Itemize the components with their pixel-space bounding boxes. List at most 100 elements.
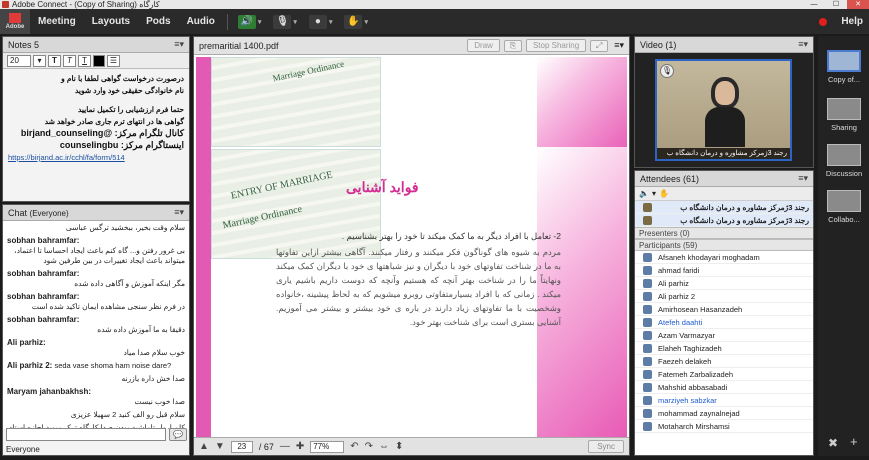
slide-paragraph: مردم به شیوه های گوناگون فکر میکنند و رف… bbox=[276, 247, 561, 327]
font-size-select[interactable]: 20 bbox=[7, 54, 31, 67]
participant-row[interactable]: Azam Varmazyar bbox=[635, 329, 813, 342]
pod-options-icon[interactable]: ≡▾ bbox=[174, 39, 184, 50]
zoom-select[interactable]: 77% bbox=[310, 440, 345, 453]
participant-row[interactable]: Atefeh daahti bbox=[635, 316, 813, 329]
participant-row[interactable]: marziyeh sabzkar bbox=[635, 394, 813, 407]
user-icon bbox=[643, 265, 652, 275]
page-number-input[interactable]: 23 bbox=[230, 440, 253, 453]
chevron-down-icon[interactable]: ▾ bbox=[652, 189, 656, 198]
notes-link[interactable]: https://birjand.ac.ir/cchl/fa/form/514 bbox=[8, 152, 184, 163]
fit-width-icon[interactable]: ⇔ bbox=[379, 441, 389, 452]
participant-row[interactable]: Afsaneh khodayari moghadam bbox=[635, 251, 813, 264]
host-name: رجند 3ژمرکز مشاوره و درمان دانشگاه ب bbox=[680, 215, 809, 225]
menu-pods[interactable]: Pods bbox=[138, 16, 178, 27]
user-icon bbox=[643, 291, 652, 301]
next-page-icon[interactable]: ▼ bbox=[215, 441, 225, 452]
menu-audio[interactable]: Audio bbox=[179, 16, 223, 27]
bold-button[interactable]: T bbox=[48, 54, 61, 67]
notes-content[interactable]: درصورت درخواست گواهی لطفا با نام و نام خ… bbox=[3, 69, 189, 199]
speaker-control[interactable]: 🔊 ▾ bbox=[232, 14, 268, 29]
bullet-list-icon[interactable]: ☰ bbox=[107, 54, 120, 67]
microphone-control[interactable]: 🎙 ▾ bbox=[267, 14, 303, 29]
participant-row[interactable]: Ali parhiz bbox=[635, 277, 813, 290]
webcam-feed[interactable]: 🎙 رجند 3ژمرکز مشاوره و درمان دانشگاه ب bbox=[655, 59, 792, 161]
chat-recipient[interactable]: Everyone bbox=[6, 445, 40, 454]
raise-hand-icon[interactable]: ✋ bbox=[659, 189, 669, 198]
undo-icon[interactable]: ↶ bbox=[350, 441, 358, 452]
participant-row[interactable]: Ali parhiz 2 bbox=[635, 290, 813, 303]
zoom-out-icon[interactable]: — bbox=[280, 441, 290, 452]
add-layout-icon[interactable]: + bbox=[850, 434, 858, 449]
participant-row[interactable]: Mahshid abbasabadi bbox=[635, 381, 813, 394]
slide-decoration bbox=[537, 57, 627, 156]
participant-row[interactable]: Amirhosean Hasanzadeh bbox=[635, 303, 813, 316]
draw-button[interactable]: Draw bbox=[467, 39, 500, 52]
participant-row[interactable]: Fatemeh Zarbalizadeh bbox=[635, 368, 813, 381]
participant-name: Azam Varmazyar bbox=[658, 330, 715, 340]
menu-help[interactable]: Help bbox=[841, 16, 863, 27]
chat-message: sobhan bahramfar: بی غرور رفتن و... گاه … bbox=[7, 236, 185, 266]
layout-collaboration[interactable]: Collabo... bbox=[824, 190, 864, 224]
participant-name: marziyeh sabzkar bbox=[658, 395, 717, 405]
pod-options-icon[interactable]: ≡▾ bbox=[798, 173, 808, 184]
speaker-icon[interactable]: 🔈 bbox=[639, 189, 649, 198]
fullscreen-icon[interactable]: ⤢ bbox=[590, 39, 609, 52]
previous-slide: Marriage Ordinance bbox=[196, 57, 627, 157]
webcam-control[interactable]: ● ▾ bbox=[303, 14, 339, 29]
host-row[interactable]: رجند 3ژمرکز مشاوره و درمان دانشگاه ب bbox=[635, 214, 813, 227]
video-header: Video (1) ≡▾ bbox=[635, 37, 813, 53]
participant-row[interactable]: Motaharch Mirshamsi bbox=[635, 420, 813, 433]
text-color-picker[interactable] bbox=[93, 54, 105, 67]
attendees-toolbar: 🔈 ▾ ✋ bbox=[635, 187, 813, 201]
participant-row[interactable]: mohammad zaynalnejad bbox=[635, 407, 813, 420]
minimize-button[interactable]: — bbox=[803, 0, 825, 9]
participant-row[interactable]: ahmad faridi bbox=[635, 264, 813, 277]
certificate-text: ENTRY OF MARRIAGE bbox=[229, 169, 334, 202]
user-icon bbox=[643, 317, 652, 327]
share-header: premaritial 1400.pdf Draw ⎘ Stop Sharing… bbox=[194, 37, 629, 55]
sync-button[interactable]: Sync bbox=[588, 440, 624, 453]
host-row[interactable]: رجند 3ژمرکز مشاوره و درمان دانشگاه ب bbox=[635, 201, 813, 214]
pod-options-icon[interactable]: ≡▾ bbox=[174, 207, 184, 218]
chat-sender: sobhan bahramfar: bbox=[7, 269, 80, 278]
participant-row[interactable]: Elaheh Taghizadeh bbox=[635, 342, 813, 355]
status-control[interactable]: ✋ ▾ bbox=[338, 14, 374, 29]
font-size-dropdown-icon[interactable]: ▾ bbox=[33, 54, 46, 67]
pod-options-icon[interactable]: ≡▾ bbox=[798, 39, 808, 50]
participants-section[interactable]: Participants (59) bbox=[635, 239, 813, 251]
adobe-logo: Adobe bbox=[0, 9, 30, 34]
chevron-down-icon: ▾ bbox=[364, 18, 368, 26]
maximize-button[interactable]: ☐ bbox=[825, 0, 847, 9]
fit-page-icon[interactable]: ⬍ bbox=[395, 441, 403, 452]
slide-body: 2- تعامل با افراد دیگر به ما کمک میکند ت… bbox=[276, 229, 561, 329]
italic-button[interactable]: T bbox=[63, 54, 76, 67]
pod-options-icon[interactable]: ≡▾ bbox=[614, 40, 624, 51]
chat-text: مگر اینکه آموزش و آگاهی داده شده bbox=[74, 279, 185, 288]
close-button[interactable]: ✕ bbox=[847, 0, 869, 9]
menu-meeting[interactable]: Meeting bbox=[30, 16, 84, 27]
participant-name: Ali parhiz 2 bbox=[658, 291, 696, 301]
presenters-section[interactable]: Presenters (0) bbox=[635, 227, 813, 239]
participant-name: Afsaneh khodayari moghadam bbox=[658, 252, 760, 262]
layout-copy-of-sharing[interactable]: Copy of... bbox=[824, 50, 864, 84]
wrench-icon[interactable]: ✖ bbox=[828, 436, 838, 450]
participant-row[interactable]: Faezeh delakeh bbox=[635, 355, 813, 368]
chat-input[interactable] bbox=[6, 428, 166, 441]
participant-name: Faezeh delakeh bbox=[658, 356, 712, 366]
stop-sharing-button[interactable]: Stop Sharing bbox=[525, 39, 587, 52]
redo-icon[interactable]: ↷ bbox=[365, 441, 373, 452]
window-titlebar: Adobe Connect - (Copy of Sharing) کارگاه… bbox=[0, 0, 869, 9]
underline-button[interactable]: T bbox=[78, 54, 91, 67]
layout-sharing[interactable]: Sharing bbox=[824, 98, 864, 132]
zoom-in-icon[interactable]: ✚ bbox=[296, 441, 304, 452]
share-pod: premaritial 1400.pdf Draw ⎘ Stop Sharing… bbox=[193, 36, 630, 456]
webcam-icon: ● bbox=[308, 14, 327, 29]
previous-page-icon[interactable]: ▲ bbox=[199, 441, 209, 452]
video-title: Video bbox=[640, 39, 663, 50]
layout-discussion[interactable]: Discussion bbox=[824, 144, 864, 178]
record-indicator-icon[interactable] bbox=[819, 17, 828, 26]
slide-title: فواید آشنایی bbox=[346, 179, 419, 195]
sync-view-icon[interactable]: ⎘ bbox=[503, 39, 522, 52]
menu-layouts[interactable]: Layouts bbox=[84, 16, 138, 27]
send-message-button[interactable]: 💬 bbox=[169, 428, 187, 441]
